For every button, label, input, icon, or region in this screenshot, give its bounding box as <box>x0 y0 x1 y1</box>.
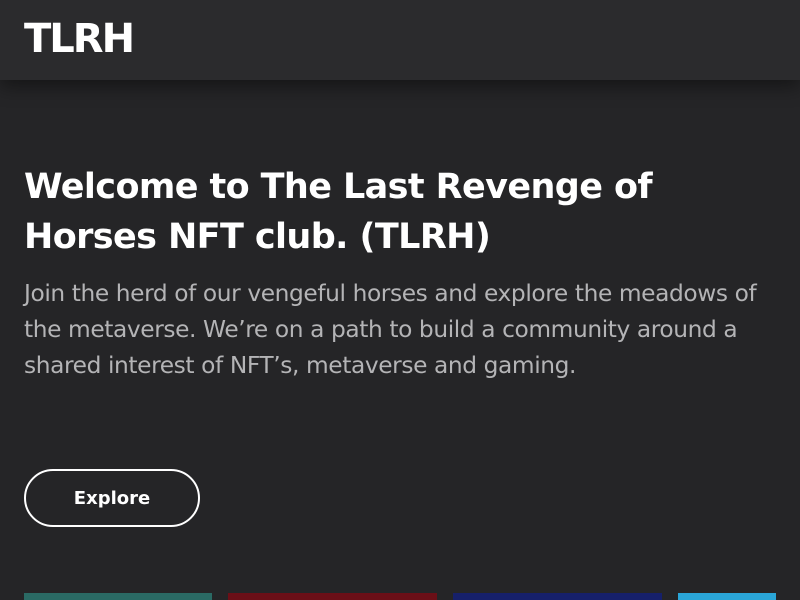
site-header: TLRH <box>0 0 800 80</box>
hero-title: Welcome to The Last Revenge of Horses NF… <box>24 167 653 257</box>
explore-button[interactable]: Explore <box>24 469 200 527</box>
card-teal[interactable] <box>24 593 212 600</box>
card-maroon[interactable] <box>228 593 437 600</box>
card-navy[interactable] <box>453 593 662 600</box>
card-sky[interactable] <box>678 593 776 600</box>
hero-subtitle: Join the herd of our vengeful horses and… <box>24 280 757 379</box>
site-logo[interactable]: TLRH <box>24 14 135 64</box>
